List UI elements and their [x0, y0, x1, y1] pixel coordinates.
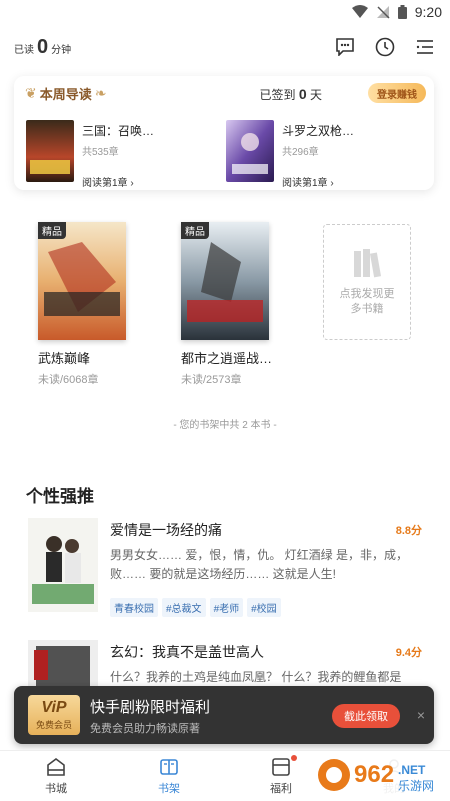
shelf-count: - 您的书架中共 2 本书 -: [173, 420, 277, 431]
nav-bookshelf[interactable]: 书架: [139, 757, 199, 796]
premium-badge: 精品: [181, 222, 209, 239]
discover-text: 点我发现更多书籍: [339, 288, 395, 315]
tag[interactable]: 青春校园: [110, 598, 158, 617]
guide-book-1[interactable]: 三国：召唤… 共535章 阅读第1章 ›: [26, 120, 226, 189]
tag[interactable]: #老师: [209, 598, 244, 617]
weekly-guide-title: ❦ 本周导读 ❧: [22, 84, 109, 103]
laurel-left-icon: ❦: [25, 85, 37, 101]
read-first-chapter-link[interactable]: 阅读第1章 ›: [82, 174, 154, 189]
shelf-book-title: 武炼巅峰: [38, 351, 91, 366]
shelf-book-status: 未读/6068章: [38, 374, 99, 386]
recommend-description: 什么？我养的土鸡是纯血凤凰？ 什么？我养的鲤鱼都是: [110, 670, 402, 684]
guide-book-chapters: 共296章: [282, 147, 319, 158]
recommend-tags: 青春校园 #总裁文 #老师 #校园: [110, 598, 281, 617]
login-earn-button[interactable]: 登录赚钱: [368, 83, 426, 103]
nav-label: 书架: [158, 783, 180, 795]
recommend-score: 9.4分: [395, 647, 422, 659]
laurel-right-icon: ❧: [94, 85, 107, 101]
vip-title: 快手剧粉限时福利: [90, 699, 211, 716]
welfare-icon: [272, 758, 290, 776]
wifi-icon: [351, 5, 368, 18]
recommend-title: 玄幻：我真不是盖世高人: [110, 644, 264, 660]
nav-bookstore[interactable]: 书城: [26, 757, 86, 796]
book-cover-image: 精品: [38, 222, 126, 340]
battery-icon: [397, 5, 407, 19]
weekly-title-text: 本周导读: [39, 87, 92, 102]
read-time: 已读 0 分钟: [14, 36, 71, 59]
notification-dot: [291, 755, 297, 761]
checkin-prefix: 已签到: [259, 88, 296, 102]
message-icon[interactable]: [334, 36, 356, 58]
nav-label: 书城: [45, 783, 67, 795]
history-clock-icon[interactable]: [374, 36, 396, 58]
close-icon[interactable]: ×: [412, 706, 430, 724]
watermark-text: 962: [354, 761, 394, 788]
discover-more-books-button[interactable]: 点我发现更多书籍: [323, 224, 411, 340]
vip-logo-text: ViP: [41, 698, 67, 716]
book-cover-image: [226, 120, 274, 182]
top-icons: [334, 36, 436, 58]
watermark-sub: .NET: [398, 763, 426, 777]
weekly-guide-card: ❦ 本周导读 ❧ 已签到 0 天 登录赚钱 三国：召唤… 共535章 阅读第1章…: [14, 76, 434, 190]
read-first-chapter-link[interactable]: 阅读第1章 ›: [282, 174, 354, 189]
nav-label: 福利: [270, 783, 292, 795]
list-menu-icon[interactable]: [414, 36, 436, 58]
read-prefix: 已读: [14, 45, 34, 56]
shelf-book-status: 未读/2573章: [181, 374, 242, 386]
nav-welfare[interactable]: 福利: [251, 755, 311, 796]
clock-time: 9:20: [414, 4, 442, 20]
tag[interactable]: #校园: [247, 598, 281, 617]
checkin-days: 0: [298, 86, 307, 102]
vip-logo: ViP 免费会员: [28, 695, 80, 735]
recommend-title: 爱情是一场经的痛: [110, 522, 222, 538]
recommend-item-1[interactable]: 爱情是一场经的痛 8.8分 男男女女…… 爱，恨，情，仇。 灯红酒绿 是，非，成…: [28, 518, 426, 618]
vip-subtitle: 免费会员助力畅读原著: [90, 723, 200, 735]
tag[interactable]: #总裁文: [162, 598, 206, 617]
vip-logo-sub: 免费会员: [35, 719, 72, 730]
books-icon: [354, 249, 382, 278]
checkin-status: 已签到 0 天: [259, 86, 322, 103]
status-bar: 9:20: [0, 0, 450, 24]
bookstore-icon: [47, 758, 65, 776]
bookshelf-icon: [160, 759, 178, 775]
guide-book-title: 三国：召唤…: [82, 124, 155, 138]
vip-promo-banner[interactable]: ViP 免费会员 快手剧粉限时福利 免费会员助力畅读原著 截此领取 ×: [14, 686, 434, 744]
bookshelf: 精品 武炼巅峰 未读/6068章 精品 都市之逍遥战… 未读/2573章 点我发…: [0, 222, 450, 392]
guide-book-title: 斗罗之双枪…: [282, 124, 355, 138]
shelf-book-title: 都市之逍遥战…: [181, 351, 273, 366]
guide-books: 三国：召唤… 共535章 阅读第1章 › 斗罗之双枪… 共296章 阅读第1章 …: [26, 120, 426, 189]
checkin-unit: 天: [309, 88, 322, 102]
recommend-score: 8.8分: [395, 525, 422, 537]
recommend-description: 男男女女…… 爱，恨，情，仇。 灯红酒绿 是，非，成，败…… 要的就是这场经历……: [110, 548, 409, 581]
watermark-cn: 乐游网: [398, 779, 434, 793]
premium-badge: 精品: [38, 222, 66, 239]
read-unit: 分钟: [51, 45, 72, 56]
guide-book-2[interactable]: 斗罗之双枪… 共296章 阅读第1章 ›: [226, 120, 426, 189]
shelf-book-1[interactable]: 精品 武炼巅峰 未读/6068章: [38, 222, 148, 387]
vip-claim-button[interactable]: 截此领取: [332, 704, 400, 728]
shelf-book-2[interactable]: 精品 都市之逍遥战… 未读/2573章: [181, 222, 291, 387]
recommend-heading: 个性强推: [26, 487, 94, 506]
site-watermark: 962 .NET 乐游网: [312, 752, 446, 798]
book-cover-image: [26, 120, 74, 182]
book-cover-image: 精品: [181, 222, 269, 340]
no-signal-icon: [376, 6, 390, 19]
top-bar: 已读 0 分钟: [0, 30, 450, 70]
guide-book-chapters: 共535章: [82, 147, 119, 158]
read-minutes: 0: [37, 36, 49, 58]
book-cover-image: [28, 518, 98, 612]
status-icons: 9:20: [351, 4, 442, 20]
